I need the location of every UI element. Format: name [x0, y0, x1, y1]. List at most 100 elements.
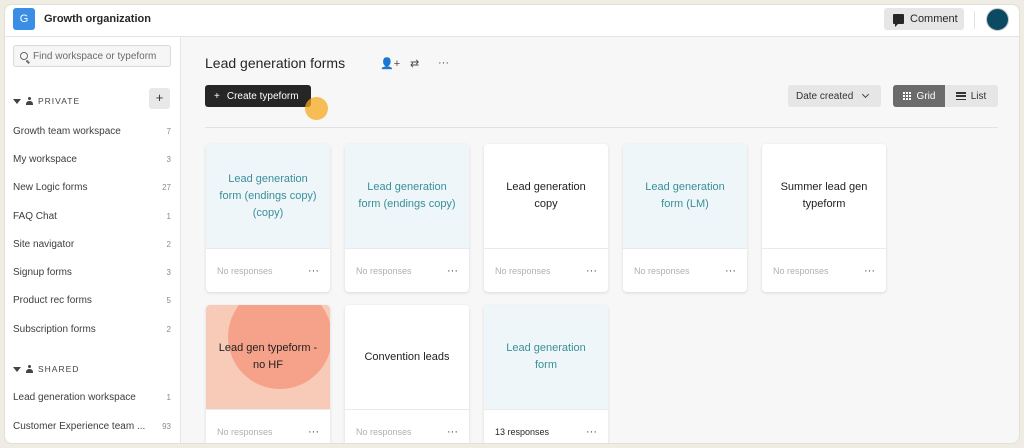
typeform-card[interactable]: Lead gen typeform - no HF No responses ·…	[206, 305, 330, 443]
card-responses: No responses	[356, 426, 412, 437]
card-preview[interactable]: Summer lead gen typeform	[762, 144, 886, 248]
sidebar: Find workspace or typeform PRIVATE + Gro…	[5, 37, 181, 443]
card-more-button[interactable]: ···	[308, 265, 319, 277]
card-more-button[interactable]: ···	[864, 265, 875, 277]
card-preview[interactable]: Lead generation copy	[484, 144, 608, 248]
card-footer: No responses ···	[484, 248, 608, 292]
card-more-button[interactable]: ···	[725, 265, 736, 277]
card-title: Lead generation copy	[506, 181, 586, 210]
person-icon	[26, 97, 33, 105]
sidebar-item-faq-chat[interactable]: FAQ Chat 1	[13, 208, 171, 224]
sidebar-item-count: 93	[162, 421, 171, 431]
sidebar-item-count: 7	[166, 126, 171, 136]
sidebar-item-label: Customer Experience team ...	[13, 420, 146, 432]
typeform-card[interactable]: Lead generation form 13 responses ···	[484, 305, 608, 443]
shared-section-label: SHARED	[38, 364, 80, 374]
comment-button-label: Comment	[910, 13, 958, 25]
comment-button[interactable]: Comment	[884, 8, 964, 30]
add-workspace-button[interactable]: +	[149, 88, 170, 109]
typeform-card[interactable]: Convention leads No responses ···	[345, 305, 469, 443]
card-more-button[interactable]: ···	[447, 426, 458, 438]
card-preview[interactable]: Lead gen typeform - no HF	[206, 305, 330, 409]
card-responses: 13 responses	[495, 426, 550, 437]
sidebar-item-count: 1	[166, 211, 171, 221]
typeform-card[interactable]: Lead generation form (endings copy) (cop…	[206, 144, 330, 292]
typeform-card[interactable]: Lead generation form (endings copy) No r…	[345, 144, 469, 292]
card-footer: No responses ···	[206, 409, 330, 443]
list-icon	[955, 92, 966, 100]
card-title: Lead generation form	[506, 342, 586, 371]
org-name[interactable]: Growth organization	[44, 13, 151, 25]
sidebar-item-customer-experience-team[interactable]: Customer Experience team ... 93	[13, 418, 171, 434]
sidebar-item-count: 5	[166, 295, 171, 305]
card-footer: No responses ···	[623, 248, 747, 292]
sidebar-item-growth-team-workspace[interactable]: Growth team workspace 7	[13, 123, 171, 139]
create-typeform-button[interactable]: + Create typeform	[205, 85, 311, 107]
typeform-card[interactable]: Lead generation form (LM) No responses ·…	[623, 144, 747, 292]
sidebar-item-new-logic-forms[interactable]: New Logic forms 27	[13, 179, 171, 195]
sidebar-item-label: New Logic forms	[13, 181, 88, 193]
card-more-button[interactable]: ···	[586, 426, 597, 438]
card-preview[interactable]: Lead generation form (LM)	[623, 144, 747, 248]
sort-dropdown[interactable]: Date created	[788, 85, 881, 107]
divider	[974, 11, 975, 29]
comment-icon	[893, 14, 904, 27]
sort-dropdown-label: Date created	[796, 90, 854, 102]
card-preview[interactable]: Lead generation form	[484, 305, 608, 409]
top-bar: G Growth organization Comment	[5, 5, 1019, 37]
card-more-button[interactable]: ···	[586, 265, 597, 277]
chevron-down-icon	[862, 90, 870, 99]
sidebar-item-label: Site navigator	[13, 238, 75, 250]
sidebar-item-count: 27	[162, 182, 171, 192]
sidebar-item-my-workspace[interactable]: My workspace 3	[13, 151, 171, 167]
sync-icon[interactable]: ⇄	[410, 57, 419, 70]
card-footer: 13 responses ···	[484, 409, 608, 443]
sidebar-item-count: 1	[166, 392, 171, 402]
shared-section-header[interactable]: SHARED	[13, 361, 171, 377]
card-preview[interactable]: Lead generation form (endings copy)	[345, 144, 469, 248]
sidebar-item-count: 2	[166, 324, 171, 334]
sidebar-item-label: Subscription forms	[13, 323, 96, 335]
people-icon	[26, 365, 33, 373]
list-view-label: List	[970, 90, 987, 102]
typeform-card[interactable]: Summer lead gen typeform No responses ··…	[762, 144, 886, 292]
card-more-button[interactable]: ···	[447, 265, 458, 277]
plus-icon: +	[214, 90, 220, 102]
more-options-icon[interactable]: ···	[438, 57, 449, 69]
card-title: Lead gen typeform - no HF	[218, 342, 318, 371]
private-section-header[interactable]: PRIVATE	[13, 93, 171, 109]
typeform-card[interactable]: Lead generation copy No responses ···	[484, 144, 608, 292]
sidebar-item-label: FAQ Chat	[13, 210, 57, 222]
card-responses: No responses	[217, 426, 273, 437]
card-responses: No responses	[356, 265, 412, 276]
sidebar-item-site-navigator[interactable]: Site navigator 2	[13, 236, 171, 252]
private-section-label: PRIVATE	[38, 96, 81, 106]
card-preview[interactable]: Lead generation form (endings copy) (cop…	[206, 144, 330, 248]
main-content: Lead generation forms 👤+ ⇄ ··· + Create …	[182, 37, 1019, 443]
sidebar-item-label: Signup forms	[13, 266, 72, 278]
sidebar-item-product-rec-forms[interactable]: Product rec forms 5	[13, 292, 171, 308]
add-member-icon[interactable]: 👤+	[380, 57, 400, 70]
list-view-button[interactable]: List	[945, 85, 997, 107]
card-footer: No responses ···	[345, 248, 469, 292]
app-window: G Growth organization Comment Find works…	[4, 4, 1020, 444]
sidebar-item-label: Lead generation workspace	[13, 391, 136, 403]
view-toggle: Grid List	[893, 85, 998, 107]
avatar[interactable]	[986, 8, 1009, 31]
sidebar-item-count: 2	[166, 239, 171, 249]
card-footer: No responses ···	[345, 409, 469, 443]
sidebar-item-lead-generation-workspace[interactable]: Lead generation workspace 1	[13, 389, 171, 405]
sidebar-item-signup-forms[interactable]: Signup forms 3	[13, 264, 171, 280]
grid-view-button[interactable]: Grid	[893, 85, 945, 107]
sidebar-item-subscription-forms[interactable]: Subscription forms 2	[13, 321, 171, 337]
card-more-button[interactable]: ···	[308, 426, 319, 438]
grid-icon	[902, 91, 912, 101]
sidebar-item-count: 3	[166, 267, 171, 277]
card-responses: No responses	[217, 265, 273, 276]
search-input[interactable]: Find workspace or typeform	[13, 45, 171, 67]
card-title: Lead generation form (LM)	[645, 181, 725, 210]
card-preview[interactable]: Convention leads	[345, 305, 469, 409]
sidebar-item-label: My workspace	[13, 153, 77, 165]
page-title: Lead generation forms	[205, 55, 346, 71]
org-badge[interactable]: G	[13, 8, 35, 30]
